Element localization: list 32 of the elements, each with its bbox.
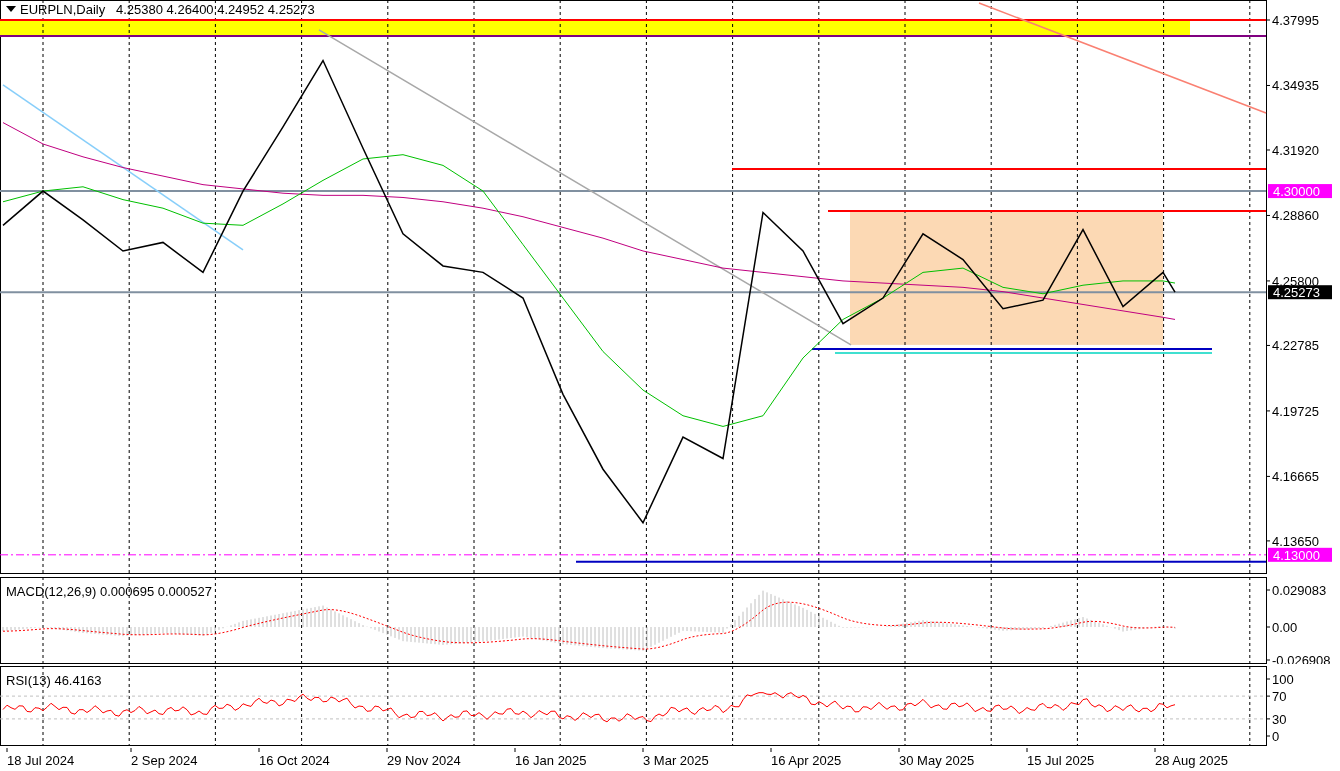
- indicator-label: 30: [1272, 711, 1287, 727]
- price-label: 4.19725: [1272, 403, 1319, 419]
- indicator-label: 0.029083: [1272, 583, 1327, 598]
- symbol-label: EURPLN,Daily: [20, 2, 106, 17]
- price-label: 4.22785: [1272, 338, 1319, 354]
- date-label: 16 Jan 2025: [515, 753, 587, 768]
- date-label: 29 Nov 2024: [387, 753, 461, 768]
- indicator-title: RSI(13) 46.4163: [6, 673, 102, 688]
- date-label: 28 Aug 2025: [1155, 753, 1229, 768]
- dropdown-triangle-icon[interactable]: [6, 6, 16, 12]
- date-label: 3 Mar 2025: [643, 753, 709, 768]
- price-badge: 4.30000: [1268, 184, 1332, 200]
- date-label: 2 Sep 2024: [131, 753, 198, 768]
- price-badge: 4.25273: [1268, 285, 1332, 301]
- indicator-label: 0: [1272, 729, 1280, 744]
- ohlc-values: 4.25380 4.26400 4.24952 4.25273: [116, 2, 315, 17]
- price-badge: 4.13000: [1268, 547, 1332, 563]
- price-label: 4.31920: [1272, 143, 1319, 158]
- date-label: 15 Jul 2025: [1027, 753, 1095, 768]
- indicator-label: 0.00: [1272, 620, 1298, 635]
- price-label: 4.28860: [1272, 208, 1319, 224]
- indicator-label: 70: [1272, 689, 1287, 705]
- price-label: 4.16665: [1272, 469, 1319, 485]
- date-label: 16 Apr 2025: [771, 753, 842, 768]
- price-label: 4.34935: [1272, 78, 1319, 94]
- date-label: 16 Oct 2024: [259, 753, 330, 768]
- date-label: 18 Jul 2024: [7, 753, 75, 768]
- date-label: 30 May 2025: [899, 753, 975, 768]
- indicator-title: MACD(12,26,9) 0.000695 0.000527: [6, 584, 212, 599]
- price-label: 4.13650: [1272, 533, 1319, 549]
- indicator-label: 100: [1272, 672, 1294, 687]
- price-label: 4.37995: [1272, 13, 1319, 28]
